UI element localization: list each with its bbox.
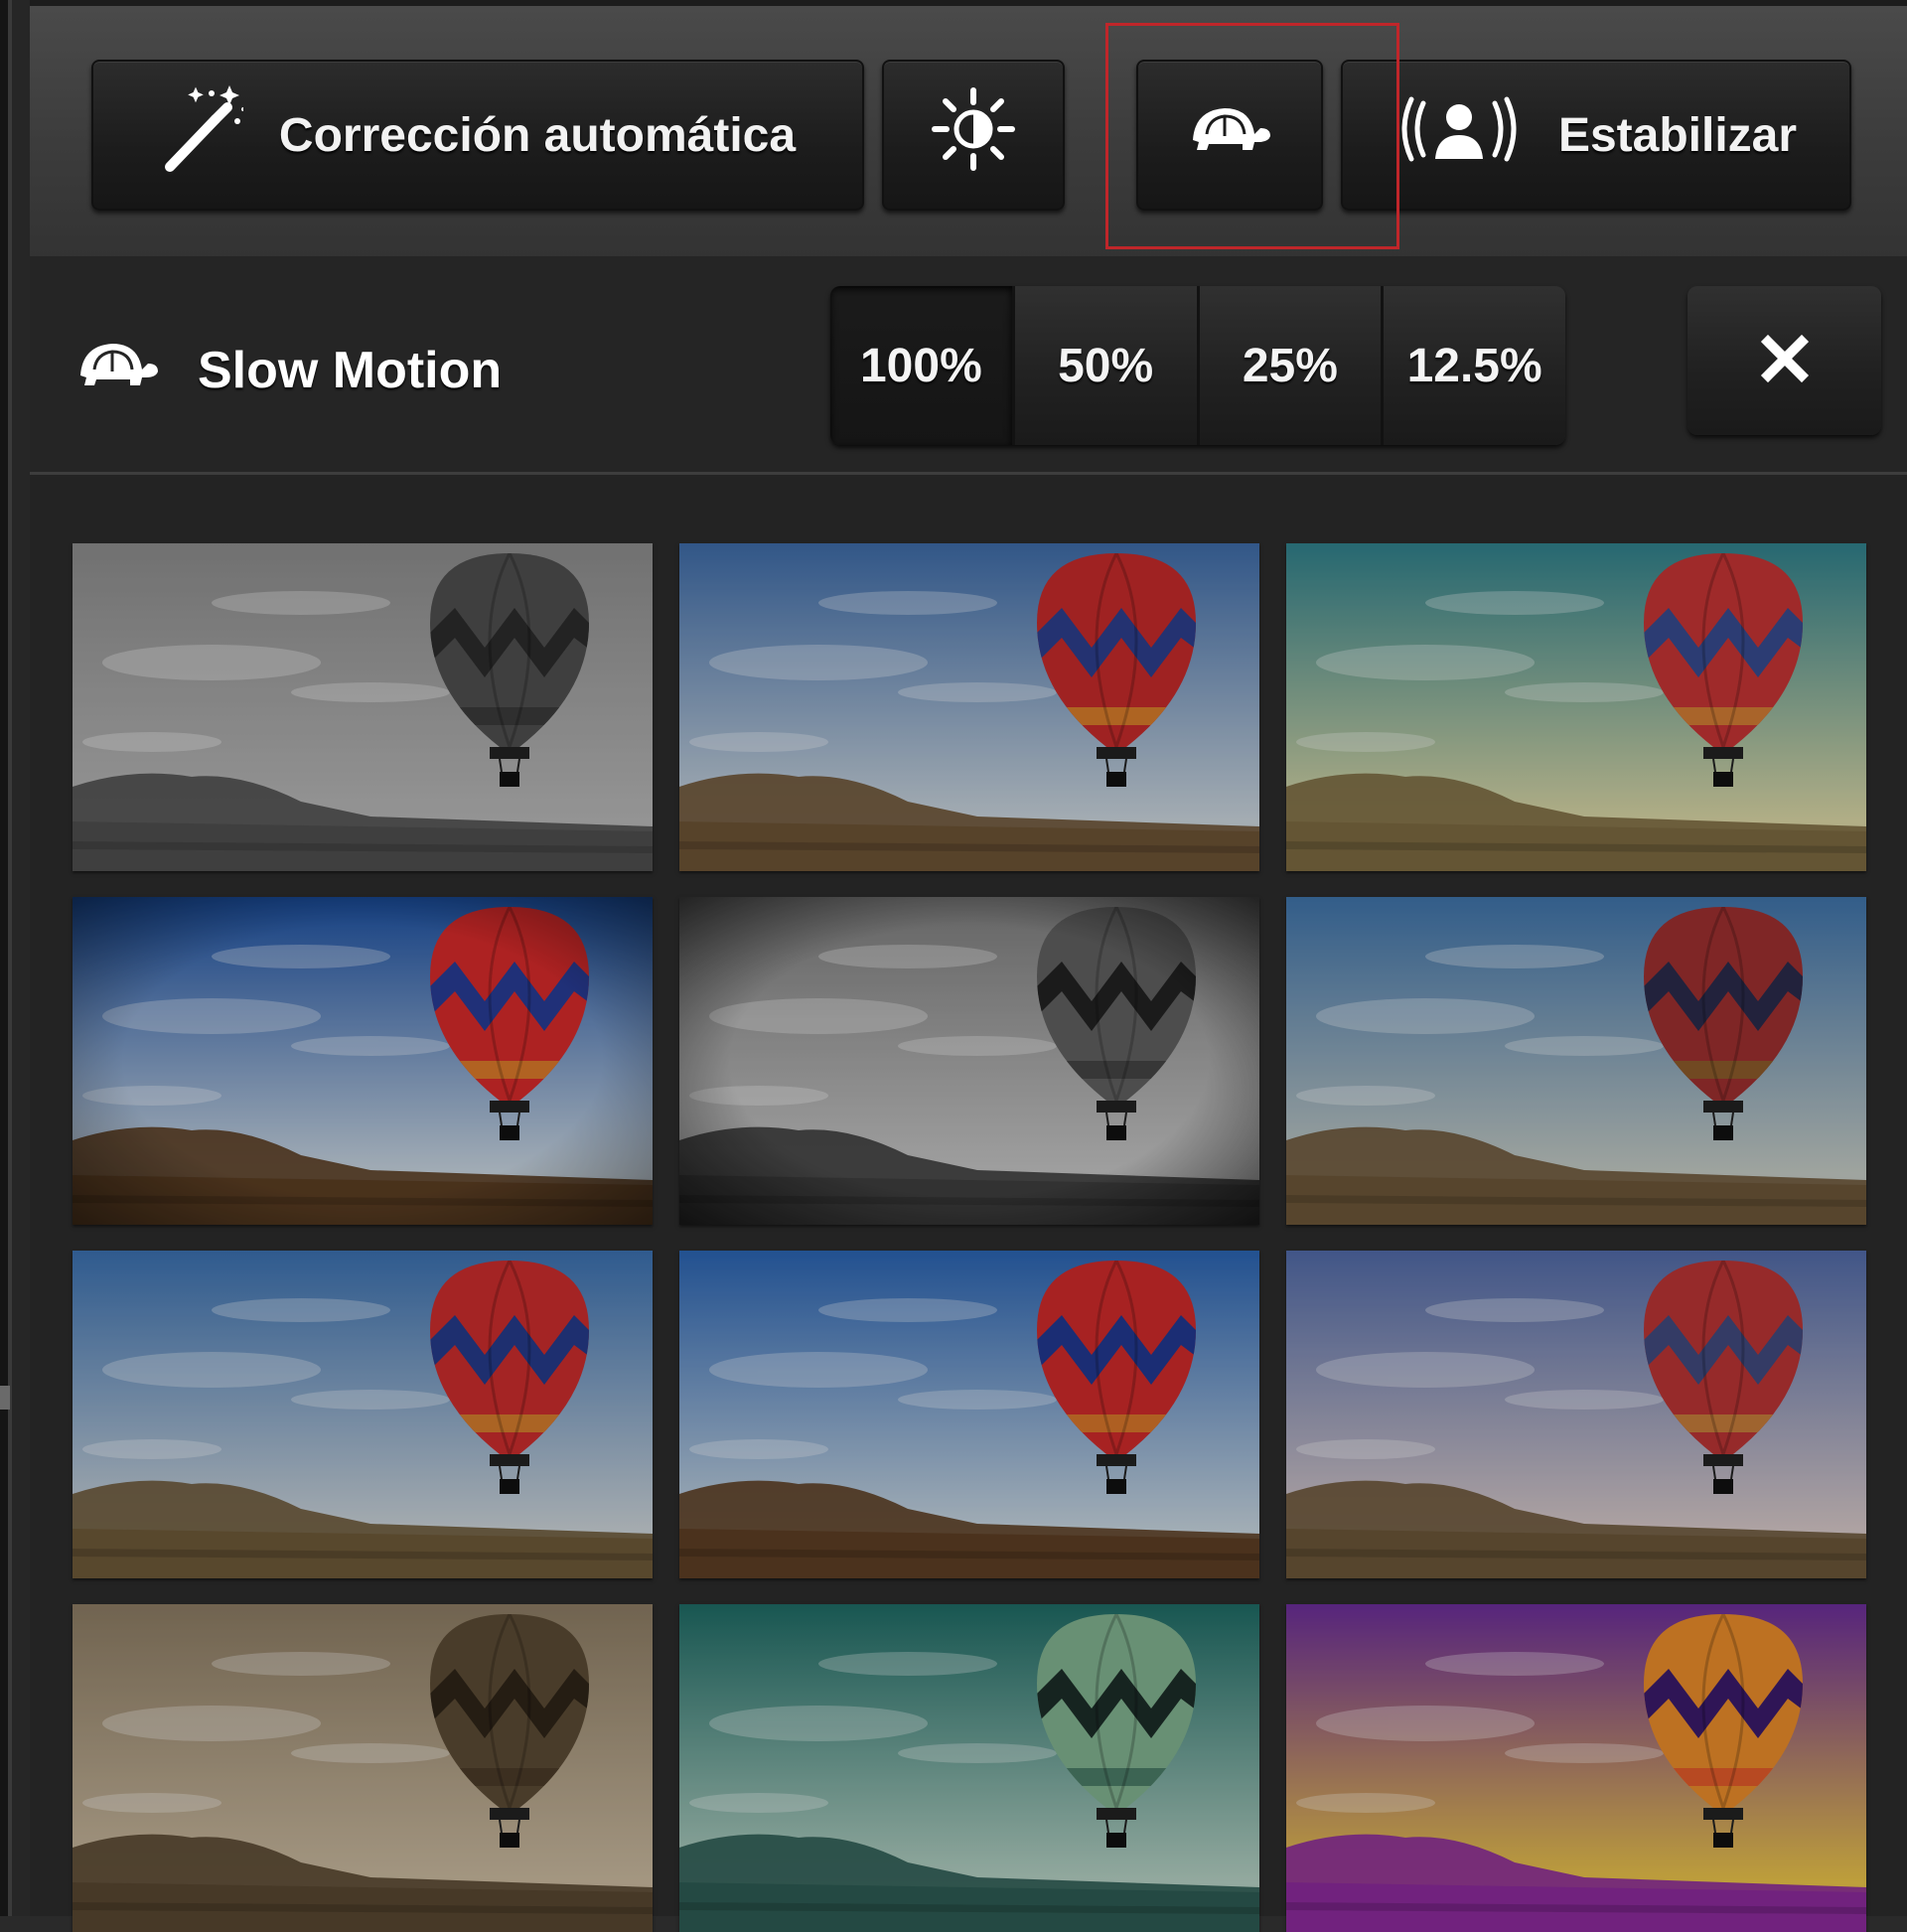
- speed-selector: 100% 50% 25% 12.5%: [830, 286, 1565, 445]
- filter-thumbnail[interactable]: [679, 897, 1259, 1225]
- resize-handle[interactable]: [0, 1386, 10, 1410]
- turtle-icon: [74, 340, 160, 402]
- stabilize-label: Estabilizar: [1557, 108, 1798, 162]
- auto-correct-label: Corrección automática: [278, 108, 797, 162]
- magic-wand-icon: [160, 83, 245, 187]
- window-edge: [0, 0, 30, 1916]
- filter-thumbnail[interactable]: [73, 897, 653, 1225]
- brightness-icon: [931, 86, 1016, 184]
- filter-thumbnail[interactable]: [73, 543, 653, 871]
- filter-thumbnail[interactable]: [1286, 1604, 1866, 1932]
- stabilize-button[interactable]: Estabilizar: [1341, 60, 1851, 211]
- panel-header: Slow Motion 100% 50% 25% 12.5%: [30, 256, 1907, 475]
- close-icon: [1760, 334, 1810, 388]
- filter-thumbnail[interactable]: [679, 543, 1259, 871]
- filter-thumbnail[interactable]: [679, 1251, 1259, 1578]
- person-shake-icon: [1395, 93, 1523, 177]
- brightness-button[interactable]: [882, 60, 1065, 211]
- slow-motion-button[interactable]: [1136, 60, 1323, 211]
- speed-option-100[interactable]: 100%: [830, 286, 1015, 445]
- effects-toolbar: Corrección automática Estabilizar: [30, 0, 1907, 256]
- speed-option-25[interactable]: 25%: [1199, 286, 1385, 445]
- close-button[interactable]: [1687, 286, 1881, 435]
- auto-correct-button[interactable]: Corrección automática: [91, 60, 864, 211]
- panel-title-label: Slow Motion: [198, 342, 503, 399]
- panel-title: Slow Motion: [74, 331, 502, 410]
- filter-thumbnail[interactable]: [73, 1251, 653, 1578]
- filter-thumbnail[interactable]: [679, 1604, 1259, 1932]
- filter-thumbnail[interactable]: [1286, 897, 1866, 1225]
- speed-option-12-5[interactable]: 12.5%: [1384, 286, 1565, 445]
- slow-motion-panel: Slow Motion 100% 50% 25% 12.5%: [30, 256, 1907, 1932]
- filter-thumbnail[interactable]: [73, 1604, 653, 1932]
- speed-option-50[interactable]: 50%: [1014, 286, 1200, 445]
- turtle-icon: [1187, 104, 1272, 166]
- filter-thumbnail[interactable]: [1286, 543, 1866, 871]
- filter-thumbnail[interactable]: [1286, 1251, 1866, 1578]
